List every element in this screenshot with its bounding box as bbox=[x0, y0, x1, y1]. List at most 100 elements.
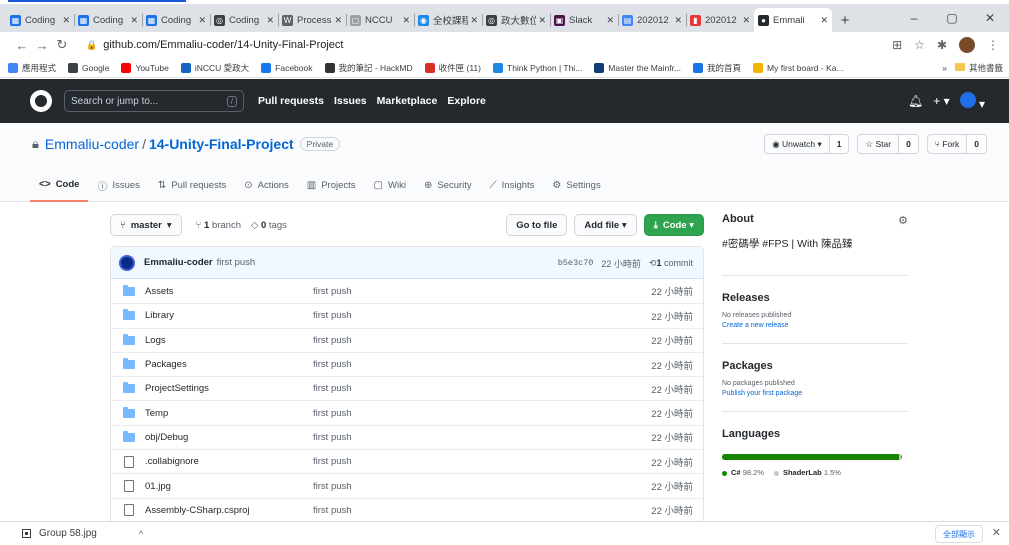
file-name-link[interactable]: ProjectSettings bbox=[145, 383, 209, 394]
file-commit-message[interactable]: first push bbox=[313, 456, 352, 467]
file-name-link[interactable]: .collabignore bbox=[145, 456, 199, 467]
code-button[interactable]: ⤓ Code ▾ bbox=[643, 214, 704, 236]
add-file-button[interactable]: Add file ▾ bbox=[574, 214, 637, 236]
new-tab-icon[interactable]: + bbox=[832, 8, 858, 32]
branch-select-button[interactable]: ⑂ master ▾ bbox=[110, 214, 182, 236]
file-name-link[interactable]: Assets bbox=[145, 286, 174, 297]
browser-tab[interactable]: ▦ Coding ✕ bbox=[142, 8, 210, 32]
menu-icon[interactable]: ⋮ bbox=[987, 38, 999, 52]
stars-count[interactable]: 0 bbox=[898, 135, 918, 153]
bookmark-item[interactable]: 應用程式 bbox=[8, 62, 56, 74]
bookmark-item[interactable]: 我的首頁 bbox=[693, 62, 741, 74]
file-row[interactable]: .collabignore first push 22 小時前 bbox=[111, 449, 703, 473]
file-name-link[interactable]: Logs bbox=[145, 335, 166, 346]
close-download-bar-icon[interactable]: ✕ bbox=[992, 526, 1001, 539]
file-name-link[interactable]: Assembly-CSharp.csproj bbox=[145, 505, 250, 516]
packages-heading[interactable]: Packages bbox=[722, 360, 908, 372]
tab-close-icon[interactable]: ✕ bbox=[266, 15, 274, 26]
watchers-count[interactable]: 1 bbox=[828, 135, 849, 153]
bookmark-item[interactable]: Think Python | Thi... bbox=[493, 62, 582, 73]
translate-icon[interactable]: ⊞ bbox=[892, 38, 902, 52]
browser-tab[interactable]: ▦ Coding ✕ bbox=[6, 8, 74, 32]
tab-close-icon[interactable]: ✕ bbox=[402, 15, 410, 26]
forks-count[interactable]: 0 bbox=[966, 135, 986, 153]
browser-tab[interactable]: ▢ NCCU ✕ bbox=[346, 8, 414, 32]
minimize-icon[interactable]: – bbox=[895, 4, 933, 32]
releases-heading[interactable]: Releases bbox=[722, 292, 908, 304]
file-name-link[interactable]: obj/Debug bbox=[145, 432, 188, 443]
file-row[interactable]: Assets first push 22 小時前 bbox=[111, 279, 703, 303]
file-row[interactable]: Library first push 22 小時前 bbox=[111, 303, 703, 327]
bookmark-item[interactable]: Google bbox=[68, 62, 109, 73]
tab-code[interactable]: <> Code bbox=[30, 169, 89, 202]
tab-close-icon[interactable]: ✕ bbox=[742, 15, 750, 26]
notifications-bell-icon[interactable]: 🔔︎ bbox=[908, 94, 923, 108]
tab-close-icon[interactable]: ✕ bbox=[334, 15, 342, 26]
other-bookmarks-folder[interactable]: 其他書籤 bbox=[954, 62, 1003, 74]
file-commit-message[interactable]: first push bbox=[313, 310, 352, 321]
browser-tab[interactable]: ▤ 202012 ✕ bbox=[618, 8, 686, 32]
browser-tab[interactable]: W Process ✕ bbox=[278, 8, 346, 32]
close-window-icon[interactable]: ✕ bbox=[971, 4, 1009, 32]
tab-close-icon[interactable]: ✕ bbox=[606, 15, 614, 26]
file-row[interactable]: Logs first push 22 小時前 bbox=[111, 327, 703, 352]
browser-tab[interactable]: ▣ Slack ✕ bbox=[550, 8, 618, 32]
go-to-file-button[interactable]: Go to file bbox=[506, 214, 568, 236]
file-commit-message[interactable]: first push bbox=[313, 408, 352, 419]
commit-author-avatar[interactable] bbox=[119, 254, 135, 271]
language-item[interactable]: C# 98.2% bbox=[722, 468, 764, 477]
repo-name-link[interactable]: 14-Unity-Final-Project bbox=[149, 136, 294, 152]
repo-owner-link[interactable]: Emmaliu-coder bbox=[45, 136, 139, 152]
user-menu[interactable]: ▾ bbox=[959, 91, 985, 111]
star-button[interactable]: ☆ Star 0 bbox=[857, 134, 919, 154]
bookmark-item[interactable]: 收件匣 (11) bbox=[424, 62, 481, 74]
file-commit-message[interactable]: first push bbox=[313, 359, 352, 370]
tab-close-icon[interactable]: ✕ bbox=[470, 15, 478, 26]
fork-button[interactable]: ⑂ Fork 0 bbox=[926, 134, 987, 154]
github-nav-issues[interactable]: Issues bbox=[334, 95, 367, 107]
bookmark-star-icon[interactable]: ☆ bbox=[914, 38, 925, 52]
unwatch-button[interactable]: ◉ Unwatch ▾ 1 bbox=[764, 134, 850, 154]
file-row[interactable]: ProjectSettings first push 22 小時前 bbox=[111, 376, 703, 400]
tab-close-icon[interactable]: ✕ bbox=[130, 15, 138, 26]
create-new-icon[interactable]: + ▾ bbox=[933, 94, 949, 108]
language-item[interactable]: ShaderLab 1.5% bbox=[773, 468, 841, 477]
file-row[interactable]: Packages first push 22 小時前 bbox=[111, 351, 703, 376]
address-bar[interactable]: 🔒 github.com/Emmaliu-coder/14-Unity-Fina… bbox=[78, 34, 351, 56]
forward-icon[interactable]: → bbox=[32, 38, 52, 53]
search-input[interactable]: Search or jump to... / bbox=[64, 90, 244, 112]
tab-projects[interactable]: ▥ Projects bbox=[298, 169, 365, 202]
file-commit-message[interactable]: first push bbox=[313, 505, 352, 516]
tab-pull-requests[interactable]: ⇅ Pull requests bbox=[149, 169, 235, 202]
file-commit-message[interactable]: first push bbox=[313, 335, 352, 346]
extensions-icon[interactable]: ✱ bbox=[937, 38, 947, 52]
tags-link[interactable]: ◇ 0 tags bbox=[251, 220, 287, 231]
tab-issues[interactable]: ⓘ Issues bbox=[88, 169, 148, 202]
download-options-caret[interactable]: ^ bbox=[139, 529, 143, 539]
tab-close-icon[interactable]: ✕ bbox=[62, 15, 70, 26]
tab-close-icon[interactable]: ✕ bbox=[538, 15, 546, 26]
commit-sha[interactable]: b5e3c70 bbox=[558, 258, 594, 268]
file-name-link[interactable]: Packages bbox=[145, 359, 187, 370]
back-icon[interactable]: ← bbox=[12, 38, 32, 53]
file-commit-message[interactable]: first push bbox=[313, 383, 352, 394]
tab-close-icon[interactable]: ✕ bbox=[820, 15, 828, 26]
file-commit-message[interactable]: first push bbox=[313, 481, 352, 492]
profile-avatar[interactable] bbox=[959, 37, 975, 53]
file-commit-message[interactable]: first push bbox=[313, 432, 352, 443]
show-all-downloads-button[interactable]: 全部顯示 bbox=[935, 525, 983, 543]
commit-author[interactable]: Emmaliu-coder bbox=[144, 257, 213, 268]
commit-history-link[interactable]: ⟲1 commit bbox=[649, 258, 693, 269]
download-file-name[interactable]: Group 58.jpg bbox=[39, 528, 97, 539]
bookmark-item[interactable]: Facebook bbox=[261, 62, 313, 73]
file-commit-message[interactable]: first push bbox=[313, 286, 352, 297]
tab-wiki[interactable]: ▢ Wiki bbox=[365, 169, 415, 202]
tab-insights[interactable]: ⟋ Insights bbox=[481, 169, 544, 202]
bookmark-item[interactable]: My first board - Ka... bbox=[753, 62, 844, 73]
browser-tab[interactable]: ▦ Coding ✕ bbox=[74, 8, 142, 32]
tab-security[interactable]: ⊕ Security bbox=[415, 169, 481, 202]
reload-icon[interactable]: ↻ bbox=[52, 37, 72, 53]
tab-close-icon[interactable]: ✕ bbox=[674, 15, 682, 26]
file-name-link[interactable]: Library bbox=[145, 310, 174, 321]
publish-package-link[interactable]: Publish your first package bbox=[722, 390, 908, 397]
